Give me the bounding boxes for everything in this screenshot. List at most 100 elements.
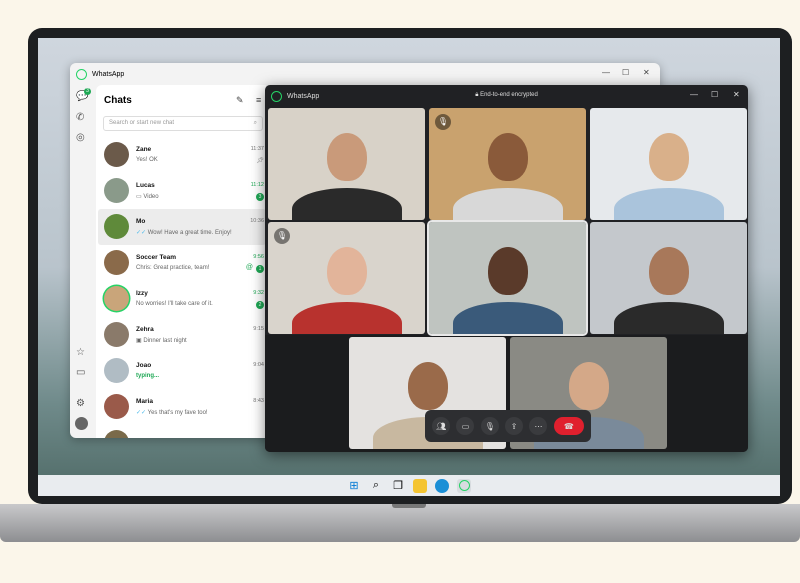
call-controls: 👥︎ ▭ 🎙︎ ⇪ ⋯ ☎︎ <box>425 410 591 442</box>
participant-head <box>648 132 689 181</box>
chat-name: Joao <box>136 362 152 369</box>
chat-name: Maria <box>136 398 153 405</box>
starred-icon[interactable]: ☆ <box>76 347 85 358</box>
end-call-icon: ☎︎ <box>563 421 574 431</box>
chat-preview: Yes! OK <box>136 157 158 163</box>
unread-badge: 1 <box>256 265 264 273</box>
archive-icon[interactable]: ▭ <box>76 367 85 378</box>
search-icon: ⌕ <box>253 120 257 126</box>
chat-list-item[interactable]: Zane Yes! OK 11:37 📌︎ <box>98 137 266 173</box>
chat-time: 9:32 <box>253 290 264 296</box>
avatar <box>104 322 129 347</box>
microphone-button[interactable]: 🎙︎ <box>480 417 499 435</box>
participant-video-tile[interactable] <box>427 220 588 336</box>
participants-icon: 👥︎ <box>436 421 447 431</box>
chat-list-item[interactable]: Lucas ▭ Video 11:12 3 <box>98 173 266 209</box>
participant-head <box>487 132 528 181</box>
profile-avatar[interactable] <box>75 417 88 430</box>
end-call-button[interactable]: ☎︎ <box>553 417 584 435</box>
unread-badge: 3 <box>256 193 264 201</box>
participant-video-tile[interactable]: 🎙︎ <box>268 222 425 334</box>
chat-list-item[interactable]: Joao typing... 9:04 <box>98 353 266 389</box>
chat-name: Soccer Team <box>136 254 176 261</box>
new-chat-icon[interactable]: ✎ <box>236 95 244 106</box>
chat-preview: Chris: Great practice, team! <box>136 265 210 271</box>
edge-icon[interactable] <box>435 478 449 493</box>
chat-list-pane: Chats ✎ ≡ Search or start new chat ⌕ Zane… <box>96 85 266 438</box>
close-button[interactable]: ✕ <box>643 68 650 77</box>
avatar <box>104 394 129 419</box>
chat-time: 9:15 <box>253 326 264 332</box>
chat-time: 9:04 <box>253 362 264 368</box>
participant-video-tile[interactable] <box>268 108 425 220</box>
avatar <box>104 142 129 167</box>
chat-list-item[interactable]: Maria ✓✓ Yes that's my fave too! 8:43 <box>98 389 266 425</box>
whatsapp-taskbar-icon[interactable] <box>457 478 471 493</box>
avatar <box>104 214 129 239</box>
minimize-button[interactable]: — <box>602 68 610 77</box>
status-nav-icon[interactable]: ◎ <box>76 132 85 143</box>
chat-list-item[interactable] <box>98 425 266 438</box>
chat-time: 11:37 <box>250 146 264 152</box>
settings-icon[interactable]: ⚙ <box>76 398 85 409</box>
chat-preview: typing... <box>136 373 159 379</box>
chat-list-item[interactable]: Mo ✓✓ Wow! Have a great time. Enjoy! 10:… <box>98 209 266 245</box>
pin-icon: 📌︎ <box>256 158 264 164</box>
double-check-icon: ✓✓ <box>136 230 148 236</box>
muted-microphone-icon: 🎙︎ <box>274 228 290 244</box>
start-icon[interactable]: ⊞ <box>347 479 361 493</box>
chat-time: 8:43 <box>253 398 264 404</box>
minimize-button[interactable]: — <box>690 90 698 99</box>
more-button[interactable]: ⋯ <box>529 417 548 435</box>
taskbar: ⊞ ⌕ ❐ <box>38 475 780 496</box>
participant-head <box>648 246 689 295</box>
close-button[interactable]: ✕ <box>733 90 740 99</box>
microphone-icon: 🎙︎ <box>484 421 495 431</box>
participant-body <box>452 302 563 334</box>
participant-body <box>291 188 402 220</box>
video-button[interactable]: ▭ <box>456 417 475 435</box>
window-title: WhatsApp <box>92 70 125 78</box>
chat-list-item[interactable]: Izzy No worries! I'll take care of it. 9… <box>98 281 266 317</box>
nav-badge: 3 <box>84 88 91 95</box>
chat-name: Zehra <box>136 326 154 333</box>
share-screen-button[interactable]: ⇪ <box>505 417 524 435</box>
laptop-notch <box>392 504 426 508</box>
chat-preview: Yes that's my fave too! <box>147 410 208 416</box>
mention-icon: @ <box>245 264 253 271</box>
chat-preview: Video <box>143 194 159 200</box>
file-explorer-icon[interactable] <box>413 478 427 493</box>
search-input[interactable]: Search or start new chat ⌕ <box>103 116 263 131</box>
participant-body <box>613 188 724 220</box>
maximize-button[interactable]: ☐ <box>711 90 718 99</box>
chat-preview: Wow! Have a great time. Enjoy! <box>147 230 232 236</box>
chat-preview: No worries! I'll take care of it. <box>136 301 213 307</box>
participant-head <box>487 246 528 295</box>
participant-video-tile[interactable]: 🎙︎ <box>429 108 586 220</box>
participant-body <box>452 188 563 220</box>
video-icon: ▭ <box>461 421 470 431</box>
participant-video-tile[interactable] <box>590 222 747 334</box>
filter-icon[interactable]: ≡ <box>256 95 261 105</box>
avatar <box>104 430 129 438</box>
chat-name: Mo <box>136 218 146 225</box>
participants-button[interactable]: 👥︎ <box>432 417 451 435</box>
more-icon: ⋯ <box>534 421 543 431</box>
maximize-button[interactable]: ☐ <box>622 68 629 77</box>
calls-nav-icon[interactable]: ✆ <box>76 112 84 123</box>
avatar <box>104 286 129 311</box>
chat-time: 11:12 <box>250 182 264 188</box>
participant-body <box>613 302 724 334</box>
chat-name: Izzy <box>136 290 148 297</box>
task-view-icon[interactable]: ❐ <box>391 479 405 493</box>
chat-time: 10:36 <box>250 218 264 224</box>
chat-preview: Dinner last night <box>143 338 187 344</box>
search-icon[interactable]: ⌕ <box>369 479 383 493</box>
chat-list-item[interactable]: Zehra ▣ Dinner last night 9:15 <box>98 317 266 353</box>
whatsapp-logo-icon <box>76 68 87 80</box>
participant-video-tile[interactable] <box>590 108 747 220</box>
share-screen-icon: ⇪ <box>510 421 518 431</box>
chat-name: Zane <box>136 146 152 153</box>
chat-list-item[interactable]: Soccer Team Chris: Great practice, team!… <box>98 245 266 281</box>
nav-rail: 💬 3 ✆ ◎ ☆ ▭ ⚙ <box>70 85 94 438</box>
